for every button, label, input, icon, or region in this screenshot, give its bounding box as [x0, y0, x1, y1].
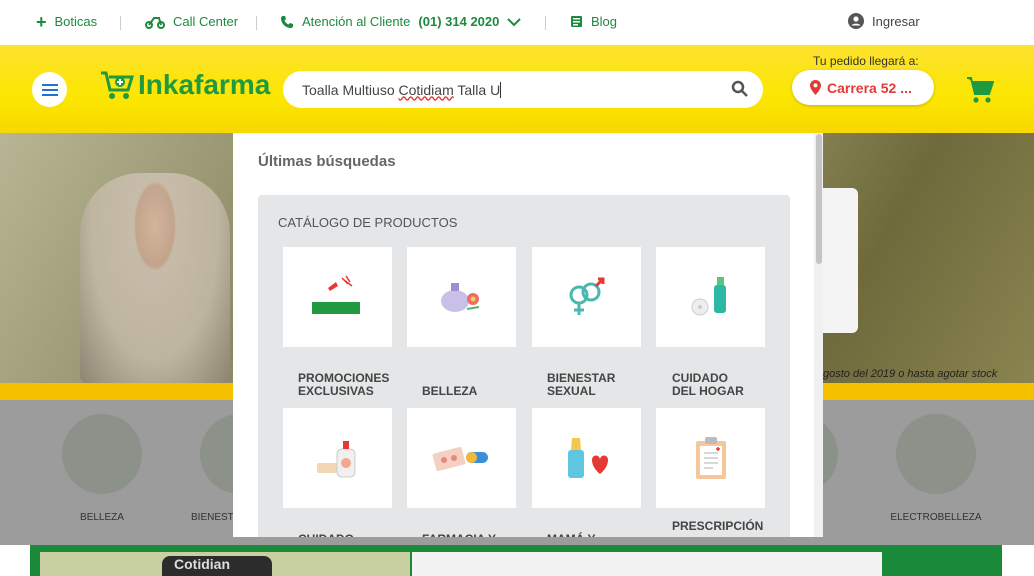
category-tile-promotions[interactable]: Solo App y Web — [283, 247, 392, 347]
shopping-cart-icon[interactable] — [966, 76, 994, 104]
search-input[interactable]: Toalla Multiuso Cotidiam Talla U — [283, 71, 763, 108]
delivery-bike-icon — [145, 16, 165, 29]
category-label: BELLEZA — [80, 512, 124, 523]
gender-symbols-icon — [569, 277, 604, 315]
category-label-line: DEL HOGAR — [672, 384, 744, 398]
search-text-c: Talla U — [453, 81, 501, 98]
banner-fine-print: gosto del 2019 o hasta agotar stock — [823, 368, 998, 380]
category-tile-bienestar-sexual[interactable] — [532, 247, 641, 347]
promo-strip-panel — [412, 552, 823, 576]
baby-bottle-icon — [567, 438, 608, 478]
login-link[interactable]: Ingresar — [848, 13, 920, 29]
search-text-b: Cotidiam — [398, 81, 454, 98]
delivery-address-button[interactable]: Carrera 52 ... — [792, 70, 934, 105]
delivery-label: Tu pedido llegará a: — [813, 54, 919, 68]
text-cursor — [500, 81, 502, 98]
category-label: ELECTROBELLEZA — [890, 512, 982, 523]
category-label-cuidado-hogar: CUIDADO DEL HOGAR — [672, 372, 782, 398]
category-tile-farmacia[interactable] — [407, 408, 516, 508]
promo-badge: Solo App y Web — [315, 317, 353, 323]
delivery-address: Carrera 52 ... — [827, 79, 912, 96]
clipboard-icon — [695, 437, 726, 479]
brand-logo[interactable]: Inkafarma — [100, 69, 270, 101]
divider — [545, 16, 546, 30]
category-tile-prescripcion[interactable] — [656, 408, 765, 508]
recent-searches-title: Últimas búsquedas — [258, 153, 396, 170]
call-center-label: Call Center — [173, 14, 239, 29]
category-tile-belleza[interactable] — [407, 247, 516, 347]
divider — [120, 16, 121, 30]
hamburger-icon — [41, 83, 58, 96]
phone-icon — [281, 15, 293, 28]
newspaper-icon — [571, 16, 582, 27]
catalog-title: CATÁLOGO DE PRODUCTOS — [278, 215, 458, 230]
category-label-belleza: BELLEZA — [422, 384, 478, 398]
customer-service-label: Atención al Cliente — [302, 14, 411, 29]
boticas-label: Boticas — [54, 14, 98, 29]
customer-service-phone: (01) 314 2020 — [418, 14, 500, 29]
location-pin-icon — [810, 80, 821, 95]
main-header: Inkafarma Toalla Multiuso Cotidiam Talla… — [0, 45, 1034, 133]
banner-card — [820, 188, 858, 333]
menu-button[interactable] — [32, 72, 67, 107]
boticas-link[interactable]: + Boticas — [36, 11, 98, 32]
promotions-icon — [311, 275, 360, 314]
user-icon — [848, 13, 864, 29]
category-label-line: EXCLUSIVAS — [298, 384, 374, 398]
soap-bottle-icon — [316, 441, 355, 478]
category-label-bienestar-sexual: BIENESTAR SEXUAL — [547, 372, 657, 398]
category-tile-cuidado-hogar[interactable] — [656, 247, 765, 347]
customer-service-link[interactable]: Atención al Cliente (01) 314 2020 — [280, 14, 522, 29]
category-label-line: SEXUAL — [547, 384, 596, 398]
category-label-prescripcion: PRESCRIPCIÓN — [672, 519, 764, 533]
pills-icon — [432, 446, 488, 472]
cleaning-products-icon — [691, 277, 726, 316]
plus-icon: + — [36, 11, 47, 32]
scrollbar-thumb[interactable] — [816, 134, 822, 264]
blog-label: Blog — [591, 14, 618, 29]
product-package: Cotidian — [233, 556, 272, 576]
category-carousel — [233, 537, 823, 545]
divider — [256, 16, 257, 30]
brand-name: Inkafarma — [138, 69, 271, 100]
search-text-a: Toalla Multiuso — [302, 81, 399, 98]
login-label: Ingresar — [872, 13, 920, 29]
category-circle-belleza[interactable] — [62, 414, 142, 494]
dropdown-clip: Cotidian — [233, 537, 823, 576]
category-tile-mama-bebe[interactable] — [532, 408, 641, 508]
banner-photo — [80, 173, 230, 385]
search-icon[interactable] — [731, 80, 749, 98]
chevron-down-icon[interactable] — [507, 17, 522, 27]
blog-link[interactable]: Blog — [570, 14, 617, 29]
category-tile-cuidado-personal[interactable] — [283, 408, 392, 508]
perfume-icon — [440, 283, 479, 312]
call-center-link[interactable]: Call Center — [145, 14, 238, 29]
cart-logo-icon — [101, 71, 134, 99]
category-label-promotions: PROMOCIONES EXCLUSIVAS — [298, 372, 408, 398]
category-circle-electrobelleza[interactable] — [896, 414, 976, 494]
top-bar: + Boticas Call Center Atención al Client… — [0, 0, 1034, 45]
